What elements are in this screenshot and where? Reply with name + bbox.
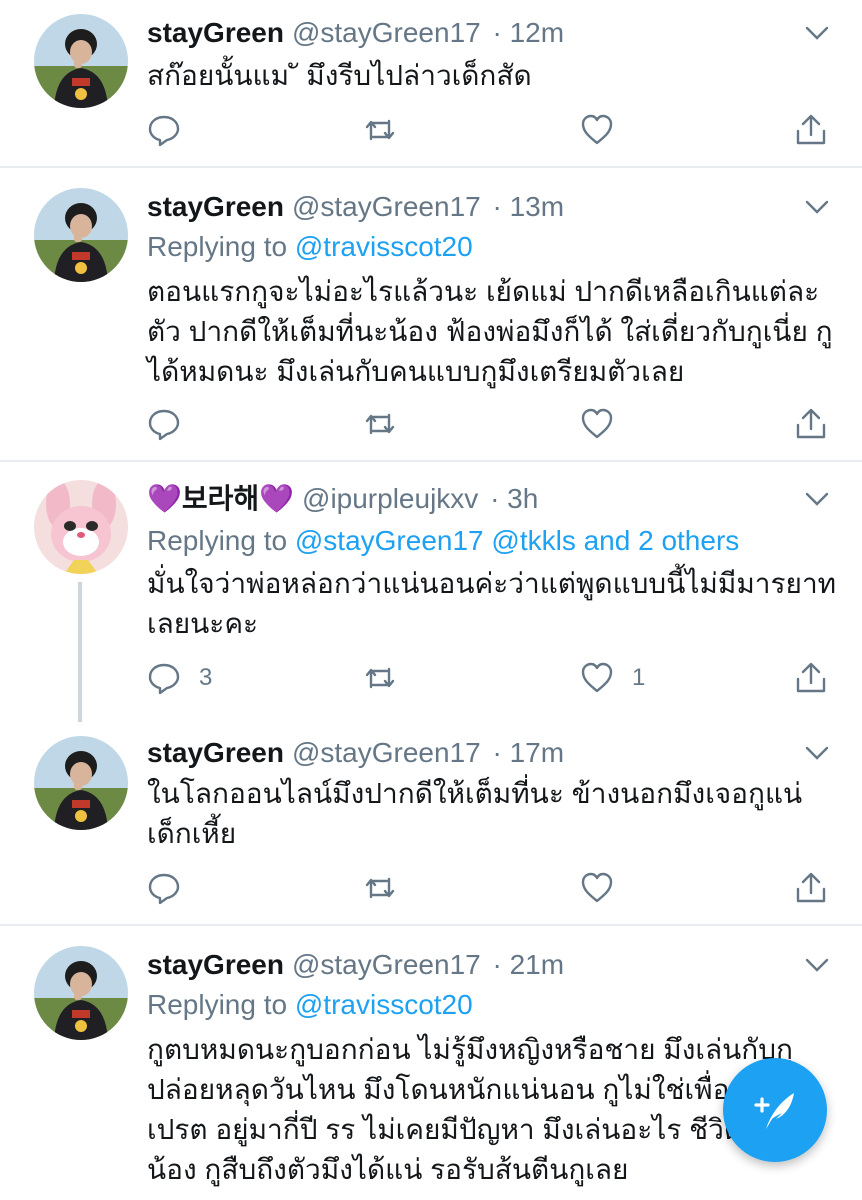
- chevron-down-icon[interactable]: [804, 740, 830, 766]
- reply-button[interactable]: [147, 868, 181, 908]
- avatar[interactable]: [34, 188, 128, 282]
- replying-to-link[interactable]: @stayGreen17 @tkkls and 2 others: [295, 525, 739, 556]
- reply-button[interactable]: 3: [147, 658, 212, 698]
- replying-to: Replying to @travisscot20: [147, 230, 473, 264]
- reply-button[interactable]: [147, 110, 181, 150]
- retweet-button[interactable]: [363, 404, 397, 444]
- share-button[interactable]: [794, 404, 828, 444]
- compose-tweet-button[interactable]: [723, 1058, 827, 1162]
- display-name[interactable]: stayGreen: [147, 17, 284, 48]
- tweet-header: stayGreen @stayGreen17 · 17m: [147, 736, 564, 770]
- share-icon: [796, 114, 826, 145]
- timestamp[interactable]: · 12m: [493, 17, 565, 48]
- action-bar: [0, 110, 862, 150]
- share-icon: [796, 408, 826, 439]
- reply-icon: [148, 409, 180, 441]
- replying-to-label: Replying to: [147, 525, 295, 556]
- reply-icon: [148, 663, 180, 695]
- share-icon: [796, 662, 826, 693]
- tweet-text: ตอนแรกกูจะไม่อะไรแล้วนะ เย้ดแม่ ปากดีเหล…: [147, 276, 833, 387]
- divider: [0, 924, 862, 926]
- retweet-icon: [365, 877, 395, 899]
- share-button[interactable]: [794, 658, 828, 698]
- avatar[interactable]: [34, 480, 128, 574]
- reply-count: 3: [199, 664, 213, 691]
- display-name[interactable]: stayGreen: [147, 949, 284, 980]
- reply-icon: [148, 873, 180, 905]
- reply-button[interactable]: [147, 404, 181, 444]
- tweet-header: stayGreen @stayGreen17 · 13m: [147, 190, 564, 224]
- timestamp[interactable]: · 21m: [493, 949, 565, 980]
- compose-tweet-icon: [754, 1093, 794, 1129]
- display-name[interactable]: stayGreen: [147, 737, 284, 768]
- tweet-header: 💜보라해💜 @ipurpleujkxv · 3h: [147, 482, 538, 516]
- timestamp[interactable]: · 3h: [490, 483, 538, 514]
- chevron-down-icon[interactable]: [804, 952, 830, 978]
- chevron-down-icon[interactable]: [804, 194, 830, 220]
- like-count: 1: [632, 664, 646, 691]
- share-button[interactable]: [794, 868, 828, 908]
- chevron-down-icon[interactable]: [804, 486, 830, 512]
- avatar[interactable]: [34, 14, 128, 108]
- replying-to-link[interactable]: @travisscot20: [295, 231, 473, 262]
- reply-icon: [148, 115, 180, 147]
- display-name[interactable]: stayGreen: [147, 191, 284, 222]
- retweet-icon: [365, 413, 395, 435]
- like-button[interactable]: [580, 868, 614, 908]
- avatar[interactable]: [34, 946, 128, 1040]
- replying-to: Replying to @stayGreen17 @tkkls and 2 ot…: [147, 524, 739, 558]
- tweet-header: stayGreen @stayGreen17 · 12m: [147, 16, 564, 50]
- tweet-text: ในโลกออนไลน์มึงปากดีให้เต็มที่นะ ข้างนอก…: [147, 778, 803, 849]
- retweet-button[interactable]: [363, 868, 397, 908]
- avatar[interactable]: [34, 736, 128, 830]
- replying-to-label: Replying to: [147, 989, 295, 1020]
- user-handle: @stayGreen17: [291, 737, 481, 768]
- like-button[interactable]: 1: [580, 658, 645, 698]
- timestamp[interactable]: · 17m: [493, 737, 565, 768]
- display-name[interactable]: 💜보라해💜: [147, 483, 294, 514]
- replying-to-link[interactable]: @travisscot20: [295, 989, 473, 1020]
- action-bar: [0, 868, 862, 908]
- retweet-button[interactable]: [363, 110, 397, 150]
- tweet-header: stayGreen @stayGreen17 · 21m: [147, 948, 564, 982]
- thread-line: [78, 582, 82, 722]
- like-button[interactable]: [580, 110, 614, 150]
- tweet-text: มั่นใจว่าพ่อหล่อกว่าแน่นอนค่ะว่าแต่พูดแบ…: [147, 568, 837, 639]
- retweet-icon: [365, 119, 395, 141]
- user-handle: @stayGreen17: [291, 17, 481, 48]
- replying-to-label: Replying to: [147, 231, 295, 262]
- like-icon: [581, 408, 613, 439]
- like-icon: [581, 662, 613, 693]
- action-bar: [0, 404, 862, 444]
- user-handle: @ipurpleujkxv: [302, 483, 479, 514]
- chevron-down-icon[interactable]: [804, 20, 830, 46]
- retweet-button[interactable]: [363, 658, 397, 698]
- share-button[interactable]: [794, 110, 828, 150]
- user-handle: @stayGreen17: [291, 191, 481, 222]
- like-icon: [581, 872, 613, 903]
- timestamp[interactable]: · 13m: [493, 191, 565, 222]
- action-bar: 3 1: [0, 658, 862, 698]
- retweet-icon: [365, 667, 395, 689]
- like-icon: [581, 114, 613, 145]
- replying-to: Replying to @travisscot20: [147, 988, 473, 1022]
- share-icon: [796, 872, 826, 903]
- like-button[interactable]: [580, 404, 614, 444]
- user-handle: @stayGreen17: [291, 949, 481, 980]
- divider: [0, 460, 862, 462]
- divider: [0, 166, 862, 168]
- tweet-text: สก๊อยนั้นแม ั มึงรีบไปล่าวเด็กสัด: [147, 60, 532, 91]
